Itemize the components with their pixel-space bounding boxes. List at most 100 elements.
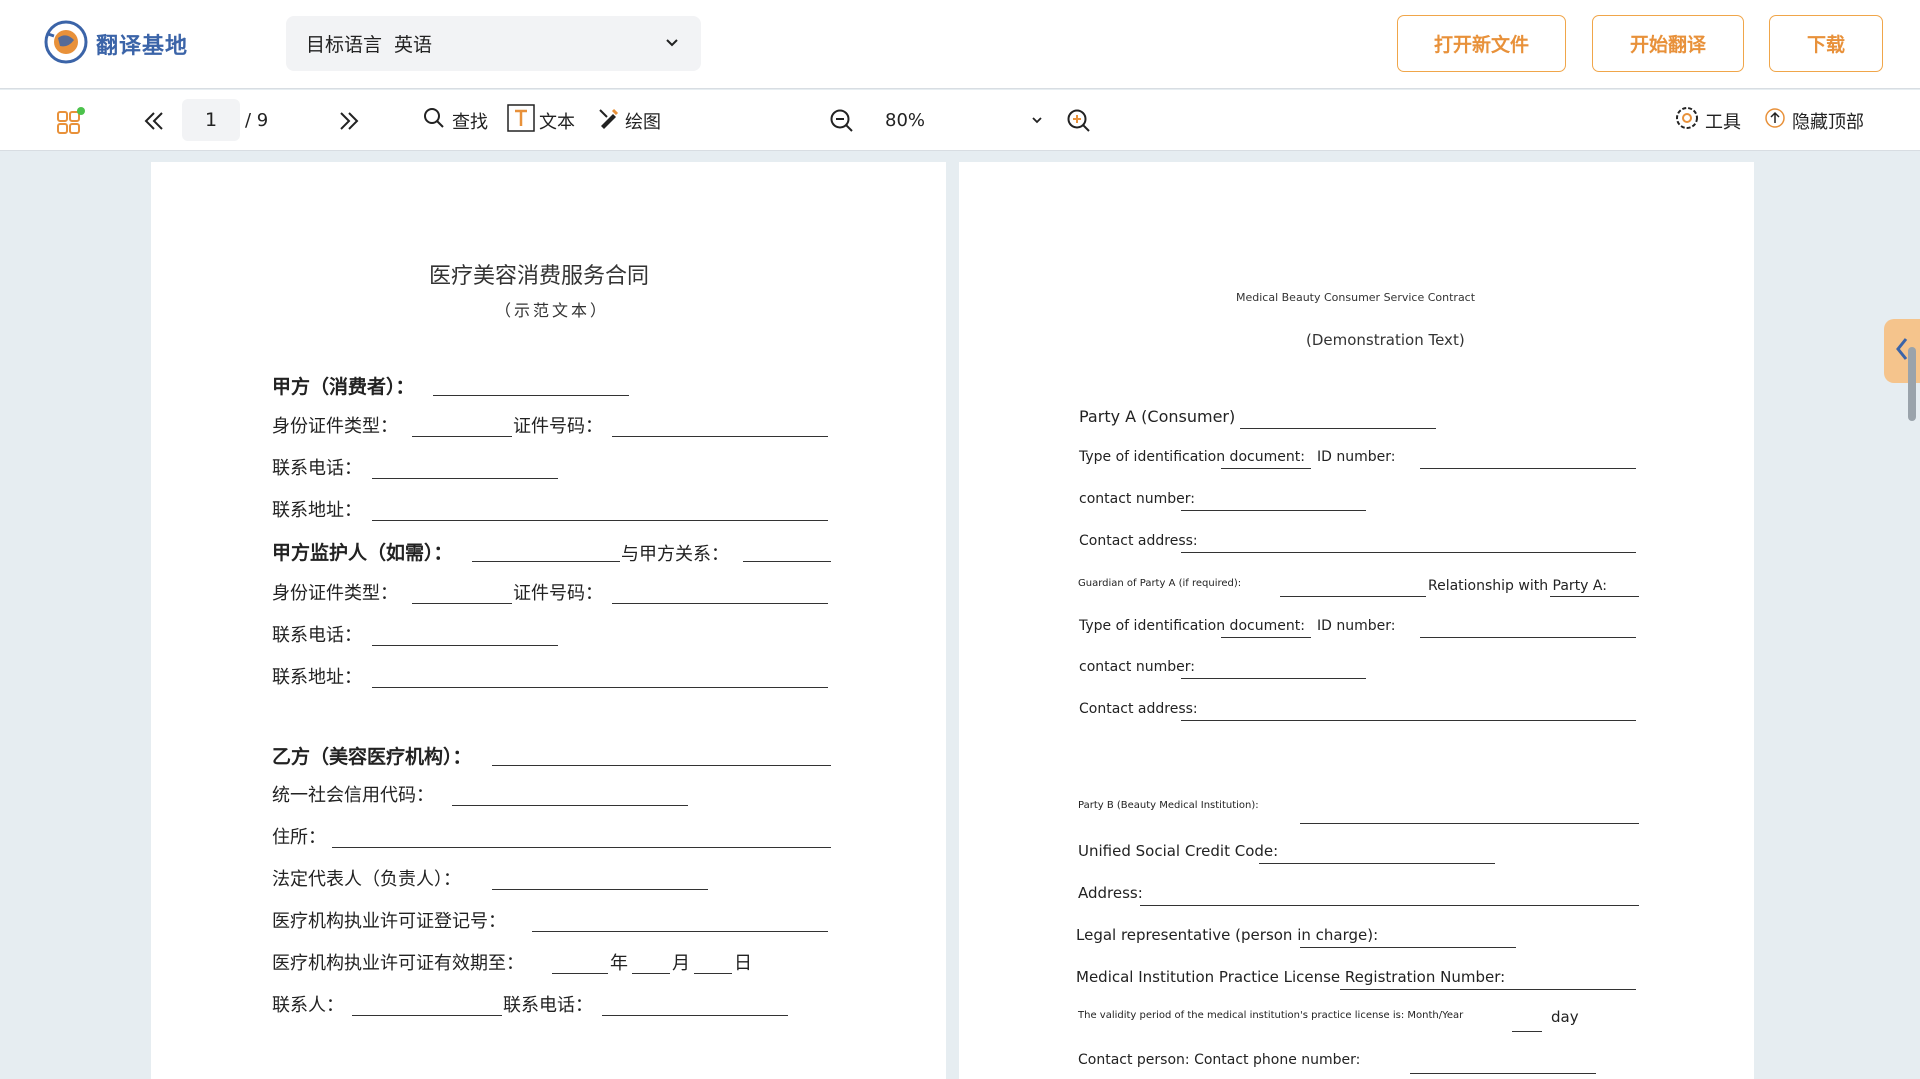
blank-line [1140,905,1639,906]
id-number-label: 证件号码： [513,583,603,604]
relation-label: 与甲方关系： [621,544,729,565]
address-label: 联系地址： [272,667,362,688]
tools-button[interactable]: 工具 [1673,90,1741,151]
blank-line [412,436,512,437]
blank-line [743,561,831,562]
address-label: Contact address: [1079,533,1198,549]
last-page-icon[interactable] [336,90,362,151]
download-button[interactable]: 下载 [1769,15,1883,72]
first-page-icon[interactable] [141,90,167,151]
legal-rep-label: 法定代表人（负责人）： [272,869,461,890]
guardian-label: Guardian of Party A (if required): [1078,578,1242,589]
doc-subtitle: (Demonstration Text) [1306,331,1465,349]
hide-top-label: 隐藏顶部 [1792,111,1864,133]
target-language-value: 英语 [394,34,433,56]
blank-line [1221,637,1311,638]
year-label: 年 [610,953,628,974]
license-valid-label: 医疗机构执业许可证有效期至： [272,953,524,974]
blank-line [1420,468,1636,469]
blank-line [1181,720,1636,721]
credit-code-label: 统一社会信用代码： [272,785,434,806]
search-icon [422,106,446,135]
guardian-label: 甲方监护人（如需）： [272,542,453,564]
arrow-up-circle-icon [1764,107,1786,134]
app-name: 翻译基地 [96,34,189,59]
open-file-button[interactable]: 打开新文件 [1397,15,1566,72]
target-language-select[interactable]: 目标语言 英语 [286,16,701,71]
address-label: Contact address: [1079,701,1198,717]
contact-phone-label: 联系电话： [503,995,593,1016]
blank-line [1181,678,1366,679]
app-logo[interactable]: 翻译基地 [42,18,188,70]
zoom-select[interactable]: 80% [885,90,1045,151]
original-page: 医疗美容消费服务合同 （示范文本） 甲方（消费者）： 身份证件类型： 证件号码：… [151,162,946,1079]
draw-label: 绘图 [625,111,661,133]
blank-line [632,973,670,974]
tools-label: 工具 [1705,111,1741,133]
id-type-label: Type of identification document: [1079,618,1305,634]
blank-line [1280,596,1426,597]
gear-icon [1673,104,1701,137]
id-type-label: 身份证件类型： [272,416,398,437]
blank-line [472,561,620,562]
blank-line [1300,823,1639,824]
relation-label: Relationship with Party A: [1428,578,1607,594]
zoom-out-icon[interactable] [829,90,855,151]
text-label: 文本 [539,111,575,133]
license-valid-label: The validity period of the medical insti… [1078,1010,1464,1021]
apps-icon[interactable] [56,90,86,151]
legal-rep-label: Legal representative (person in charge): [1076,926,1379,944]
draw-button[interactable]: 绘图 [597,90,661,151]
toolbar: 1 / 9 查找 文本 绘图 80% 工具 隐藏顶部 [0,90,1920,151]
hide-top-button[interactable]: 隐藏顶部 [1764,90,1864,151]
doc-subtitle: （示范文本） [495,301,610,320]
pencil-icon [597,106,621,135]
party-a-label: Party A (Consumer) [1079,407,1236,426]
blank-line [1410,1073,1596,1074]
target-language-label: 目标语言 [306,34,383,56]
id-type-label: 身份证件类型： [272,583,398,604]
residence-label: Address: [1078,884,1143,902]
blank-line [433,395,629,396]
blank-line [1420,637,1636,638]
party-b-label: 乙方（美容医疗机构）： [272,746,472,768]
phone-label: 联系电话： [272,458,362,479]
contact-label: Contact person: Contact phone number: [1078,1052,1361,1068]
blank-line [1550,596,1639,597]
blank-line [552,973,608,974]
license-no-label: Medical Institution Practice License Reg… [1076,968,1506,986]
month-label: 月 [672,953,690,974]
day-label: day [1551,1008,1579,1026]
document-viewer[interactable]: 医疗美容消费服务合同 （示范文本） 甲方（消费者）： 身份证件类型： 证件号码：… [0,152,1920,1079]
text-tool-icon [507,104,535,137]
blank-line [612,436,828,437]
vertical-scrollbar[interactable] [1908,347,1916,421]
day-label: 日 [734,953,752,974]
page-number-input[interactable]: 1 [182,99,240,141]
id-number-label: ID number: [1317,449,1396,465]
start-translation-button[interactable]: 开始翻译 [1592,15,1744,72]
header: 翻译基地 目标语言 英语 打开新文件 开始翻译 下载 [0,0,1920,89]
blank-line [1240,428,1436,429]
contact-label: 联系人： [272,995,344,1016]
find-button[interactable]: 查找 [422,90,488,151]
phone-label: contact number: [1079,491,1195,507]
blank-line [492,889,708,890]
blank-line [1512,1031,1542,1032]
find-label: 查找 [452,111,488,133]
party-b-label: Party B (Beauty Medical Institution): [1078,800,1259,811]
zoom-in-icon[interactable] [1066,90,1092,151]
logo-icon [42,18,90,70]
translated-page: Medical Beauty Consumer Service Contract… [959,162,1754,1079]
blank-line [1340,989,1636,990]
blank-line [412,603,512,604]
blank-line [612,603,828,604]
blank-line [372,478,558,479]
chevron-down-icon [1029,112,1045,133]
blank-line [532,931,828,932]
credit-code-label: Unified Social Credit Code: [1078,842,1279,860]
blank-line [602,1015,788,1016]
blank-line [694,973,732,974]
doc-title: Medical Beauty Consumer Service Contract [1236,291,1476,304]
text-button[interactable]: 文本 [507,90,575,151]
